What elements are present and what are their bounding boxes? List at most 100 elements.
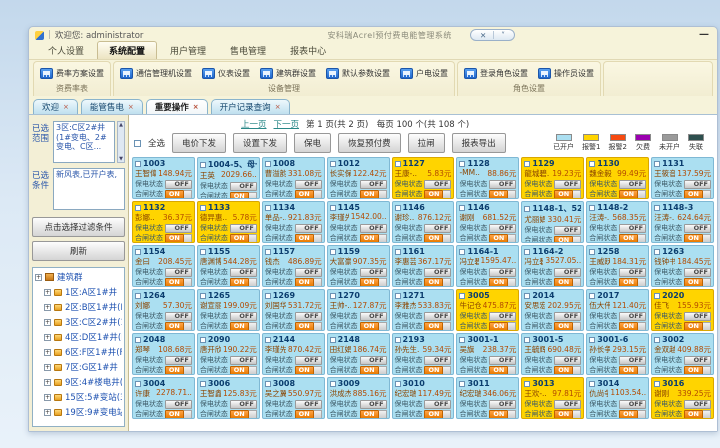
meter-card[interactable]: 2014 安思宏 202.95元 保电状态 OFF: [521, 289, 584, 331]
switch-status-toggle[interactable]: ON: [554, 190, 581, 199]
switch-status-toggle[interactable]: ON: [684, 410, 711, 419]
card-checkbox[interactable]: [135, 249, 141, 255]
switch-status-toggle[interactable]: ON: [619, 322, 646, 331]
minimize-button[interactable]: —: [699, 31, 709, 39]
meter-card[interactable]: 2017 伍大伟 121.40元 保电状态 OFF: [586, 289, 649, 331]
switch-status-toggle[interactable]: ON: [554, 322, 581, 331]
meter-card[interactable]: 1008 曹溢韵.. 331.08元 保电状态 OFF: [262, 157, 325, 199]
switch-status-toggle[interactable]: ON: [295, 278, 322, 287]
power-protect-toggle[interactable]: OFF: [165, 400, 192, 409]
switch-status-toggle[interactable]: ON: [489, 190, 516, 199]
power-protect-toggle[interactable]: OFF: [230, 400, 257, 409]
ribbon-button[interactable]: 登录角色设置: [464, 68, 528, 79]
switch-status-toggle[interactable]: ON: [684, 366, 711, 375]
meter-card[interactable]: 2020 佳飞 155.93元 保电状态 OFF: [651, 289, 714, 331]
card-checkbox[interactable]: [135, 161, 141, 167]
card-checkbox[interactable]: [654, 381, 660, 387]
meter-card[interactable]: 1154 金曰 208.45元 保电状态 OFF: [132, 245, 195, 287]
power-protect-toggle[interactable]: OFF: [165, 312, 192, 321]
card-checkbox[interactable]: [200, 249, 206, 255]
card-checkbox[interactable]: [459, 381, 465, 387]
card-checkbox[interactable]: [200, 162, 206, 168]
meter-card[interactable]: 1148-2 汪涛-.. 568.35元 保电状态 OFF: [586, 201, 649, 243]
meter-card[interactable]: 1269 刘国华 531.72元 保电状态 OFF: [262, 289, 325, 331]
power-protect-toggle[interactable]: OFF: [295, 268, 322, 277]
meter-card[interactable]: 1127 王康-.. 5.83元 保电状态 OFF: [392, 157, 455, 199]
card-checkbox[interactable]: [395, 337, 401, 343]
power-protect-toggle[interactable]: OFF: [554, 226, 581, 235]
ribbon-button[interactable]: 建筑群设置: [260, 68, 316, 79]
menu-tab[interactable]: 报表中心: [279, 42, 337, 59]
card-checkbox[interactable]: [524, 249, 530, 255]
prev-page-link[interactable]: 上一页: [241, 118, 267, 130]
power-protect-toggle[interactable]: OFF: [684, 180, 711, 189]
meter-card[interactable]: 1129 龍城碧.. 19.23元 保电状态 OFF: [521, 157, 584, 199]
meter-card[interactable]: 3005 牛记仓 475.87元 保电状态 OFF: [456, 289, 519, 331]
switch-status-toggle[interactable]: ON: [424, 278, 451, 287]
switch-status-toggle[interactable]: ON: [684, 322, 711, 331]
ribbon-button[interactable]: 操作员设置: [538, 68, 594, 79]
meter-card[interactable]: 1155 唐渊博 544.28元 保电状态 OFF: [197, 245, 260, 287]
meter-card[interactable]: 2193 孙先生.. 59.34元 保电状态 OFF: [392, 333, 455, 375]
tree-item[interactable]: + 1区:A区1#井: [35, 286, 122, 298]
switch-status-toggle[interactable]: ON: [165, 366, 192, 375]
power-protect-toggle[interactable]: OFF: [295, 400, 322, 409]
meter-card[interactable]: 1146 谢刚 681.52元 保电状态 OFF: [456, 201, 519, 243]
switch-status-toggle[interactable]: ON: [230, 410, 257, 419]
switch-status-toggle[interactable]: ON: [295, 322, 322, 331]
menu-tab[interactable]: 系统配置: [97, 41, 157, 59]
switch-status-toggle[interactable]: ON: [165, 234, 192, 243]
power-protect-toggle[interactable]: OFF: [424, 356, 451, 365]
tab-close-icon[interactable]: ×: [193, 104, 199, 111]
card-checkbox[interactable]: [459, 161, 465, 167]
card-checkbox[interactable]: [459, 337, 465, 343]
power-protect-toggle[interactable]: OFF: [424, 268, 451, 277]
switch-status-toggle[interactable]: ON: [489, 278, 516, 287]
switch-status-toggle[interactable]: ON: [360, 410, 387, 419]
card-checkbox[interactable]: [265, 381, 271, 387]
card-checkbox[interactable]: [589, 293, 595, 299]
switch-status-toggle[interactable]: ON: [360, 190, 387, 199]
card-checkbox[interactable]: [265, 337, 271, 343]
meter-card[interactable]: 3001-5 王毓辉 690.48元 保电状态 OFF: [521, 333, 584, 375]
power-protect-toggle[interactable]: OFF: [619, 400, 646, 409]
power-protect-toggle[interactable]: OFF: [619, 268, 646, 277]
meter-card[interactable]: 1148-3 汪涛-.. 624.64元 保电状态 OFF: [651, 201, 714, 243]
refresh-button[interactable]: 刷新: [32, 241, 125, 261]
meter-card[interactable]: 1161 李惠芸 367.17元 保电状态 OFF: [392, 245, 455, 287]
meter-card[interactable]: 1132 彭娜.. 36.37元 保电状态 OFF: [132, 201, 195, 243]
tree-root[interactable]: + 建筑群: [35, 271, 122, 283]
choose-filter-button[interactable]: 点击选择过滤条件: [32, 217, 125, 237]
card-checkbox[interactable]: [524, 337, 530, 343]
power-protect-toggle[interactable]: OFF: [684, 224, 711, 233]
meter-card[interactable]: 3011 纪宏瑞 346.06元 保电状态 OFF: [456, 377, 519, 419]
power-protect-toggle[interactable]: OFF: [684, 268, 711, 277]
card-checkbox[interactable]: [395, 205, 401, 211]
tree-item[interactable]: + 19区:9#变电站(2#...: [35, 406, 122, 418]
switch-status-toggle[interactable]: ON: [489, 234, 516, 243]
tree-item[interactable]: + 9区:4#楼电井(4#楼...: [35, 376, 122, 388]
card-checkbox[interactable]: [524, 293, 530, 299]
meter-card[interactable]: 2048 郑琴 108.68元 保电状态 OFF: [132, 333, 195, 375]
select-all-checkbox[interactable]: [134, 140, 141, 147]
meter-card[interactable]: 3009 洪成杰 885.16元 保电状态 OFF: [327, 377, 390, 419]
meter-card[interactable]: 3010 纪宏瑞.. 117.49元 保电状态 OFF: [392, 377, 455, 419]
card-checkbox[interactable]: [265, 161, 271, 167]
scroll-up-icon[interactable]: ▲: [119, 122, 123, 128]
switch-status-toggle[interactable]: ON: [424, 190, 451, 199]
switch-status-toggle[interactable]: ON: [360, 366, 387, 375]
meter-card[interactable]: 1131 王筱音.. 137.59元 保电状态 OFF: [651, 157, 714, 199]
ribbon-button[interactable]: 默认参数设置: [326, 68, 390, 79]
meter-card[interactable]: 1012 长实保.. 122.42元 保电状态 OFF: [327, 157, 390, 199]
switch-status-toggle[interactable]: ON: [554, 410, 581, 419]
power-protect-toggle[interactable]: OFF: [230, 356, 257, 365]
power-protect-toggle[interactable]: OFF: [360, 180, 387, 189]
power-protect-toggle[interactable]: OFF: [360, 312, 387, 321]
card-checkbox[interactable]: [589, 249, 595, 255]
switch-status-toggle[interactable]: ON: [295, 366, 322, 375]
card-checkbox[interactable]: [459, 293, 465, 299]
menu-tab[interactable]: 用户管理: [159, 42, 217, 59]
ribbon-button[interactable]: 通信管理机设置: [120, 68, 192, 79]
switch-status-toggle[interactable]: ON: [230, 322, 257, 331]
card-checkbox[interactable]: [459, 249, 465, 255]
